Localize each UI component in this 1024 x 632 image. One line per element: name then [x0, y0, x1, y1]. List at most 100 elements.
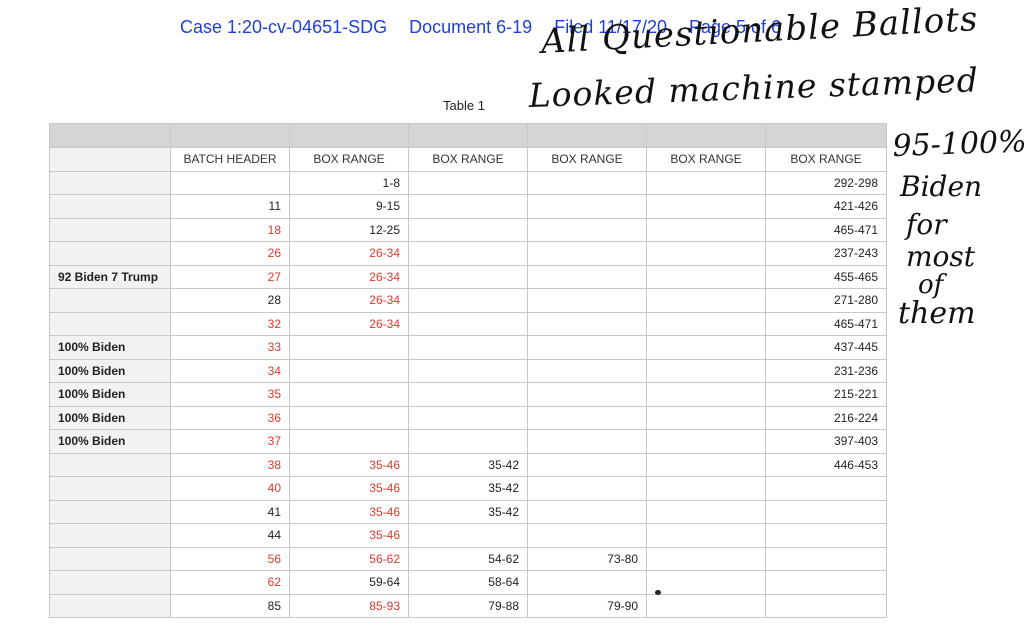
table-cell	[527, 288, 647, 313]
table-cell	[527, 429, 647, 454]
table-cell	[527, 405, 647, 430]
table-cell	[646, 311, 766, 336]
table-cell: 27	[170, 264, 290, 289]
table-cell	[170, 170, 290, 195]
row-label-cell: 100% Biden	[49, 358, 171, 383]
table-row: 100% Biden 33 437-445	[49, 335, 887, 360]
table-cell	[527, 217, 647, 242]
table-cell: 35-42	[408, 476, 528, 501]
table-cell	[646, 194, 766, 219]
table-cell	[765, 570, 887, 595]
handwritten-side-note: for	[906, 208, 947, 241]
batch-table: BATCH HEADER BOX RANGE BOX RANGE BOX RANGE B…	[49, 123, 887, 618]
table-cell: 26-34	[289, 311, 409, 336]
table-cell: 28	[170, 288, 290, 313]
table-cell: 465-471	[765, 217, 887, 242]
table-cell: 26	[170, 241, 290, 266]
table-row: 100% Biden 37 397-403	[49, 429, 887, 454]
table-cell: 437-445	[765, 335, 887, 360]
table-cell	[765, 476, 887, 501]
table-cell: 85-93	[289, 593, 409, 618]
table-cell	[408, 217, 528, 242]
table-cell	[646, 358, 766, 383]
table-cell: 26-34	[289, 288, 409, 313]
table-cell	[527, 570, 647, 595]
table-cell	[646, 452, 766, 477]
ink-mark	[655, 590, 661, 595]
row-label-cell	[49, 476, 171, 501]
table-row: 100% Biden 35 215-221	[49, 382, 887, 407]
table-row: 28 26-34 271-280	[49, 288, 887, 313]
table-cell: 231-236	[765, 358, 887, 383]
table-header-row: BATCH HEADER BOX RANGE BOX RANGE BOX RANGE B…	[49, 147, 887, 172]
table-cell	[646, 405, 766, 430]
column-header: BOX RANGE	[289, 147, 409, 172]
handwritten-side-note: Biden	[900, 170, 983, 203]
table-cell: 54-62	[408, 546, 528, 571]
table-cell: 9-15	[289, 194, 409, 219]
table-cell	[408, 288, 528, 313]
row-label-cell	[49, 593, 171, 618]
table-cell	[646, 217, 766, 242]
table-cell	[765, 523, 887, 548]
table-row: 85 85-93 79-88 79-90	[49, 593, 887, 618]
table-cell	[527, 358, 647, 383]
table-cell: 79-88	[408, 593, 528, 618]
table-cell: 237-243	[765, 241, 887, 266]
column-header: BOX RANGE	[527, 147, 647, 172]
table-cell	[289, 405, 409, 430]
table-cell	[765, 499, 887, 524]
table-cell	[408, 170, 528, 195]
table-cell: 33	[170, 335, 290, 360]
row-label-cell	[49, 546, 171, 571]
handwritten-side-note: them	[898, 296, 976, 331]
table-cell: 215-221	[765, 382, 887, 407]
row-label-cell	[49, 217, 171, 242]
table-row: 32 26-34 465-471	[49, 311, 887, 336]
table-cell: 85	[170, 593, 290, 618]
row-label-cell	[49, 288, 171, 313]
case-number: Case 1:20-cv-04651-SDG	[180, 17, 388, 37]
table-cell	[289, 382, 409, 407]
table-cell	[527, 499, 647, 524]
table-cell: 35	[170, 382, 290, 407]
table-cell	[646, 570, 766, 595]
table-cell: 446-453	[765, 452, 887, 477]
row-label-cell	[49, 523, 171, 548]
table-cell: 37	[170, 429, 290, 454]
table-cell: 1-8	[289, 170, 409, 195]
table-cell: 35-46	[289, 452, 409, 477]
table-row: 44 35-46	[49, 523, 887, 548]
table-cell: 32	[170, 311, 290, 336]
table-cell: 271-280	[765, 288, 887, 313]
table-cell	[408, 241, 528, 266]
row-label-cell: 100% Biden	[49, 429, 171, 454]
table-cell	[527, 194, 647, 219]
table-cell: 397-403	[765, 429, 887, 454]
row-label-cell	[49, 241, 171, 266]
table-cell	[527, 311, 647, 336]
table-row: 41 35-46 35-42	[49, 499, 887, 524]
table-row: 100% Biden 34 231-236	[49, 358, 887, 383]
table-cell: 62	[170, 570, 290, 595]
table-cell	[289, 429, 409, 454]
table-cell: 59-64	[289, 570, 409, 595]
table-cell	[646, 429, 766, 454]
table-cell: 41	[170, 499, 290, 524]
table-cell: 56-62	[289, 546, 409, 571]
table-row: 11 9-15 421-426	[49, 194, 887, 219]
table-cell: 292-298	[765, 170, 887, 195]
table-cell	[408, 405, 528, 430]
table-cell	[646, 288, 766, 313]
row-label-cell	[49, 194, 171, 219]
table-cell	[646, 546, 766, 571]
table-cell	[646, 499, 766, 524]
table-cell	[527, 264, 647, 289]
table-cell: 34	[170, 358, 290, 383]
table-cell: 56	[170, 546, 290, 571]
table-cell	[408, 264, 528, 289]
table-cell	[527, 382, 647, 407]
table-row: 56 56-62 54-62 73-80	[49, 546, 887, 571]
table-cell: 12-25	[289, 217, 409, 242]
table-cell: 58-64	[408, 570, 528, 595]
